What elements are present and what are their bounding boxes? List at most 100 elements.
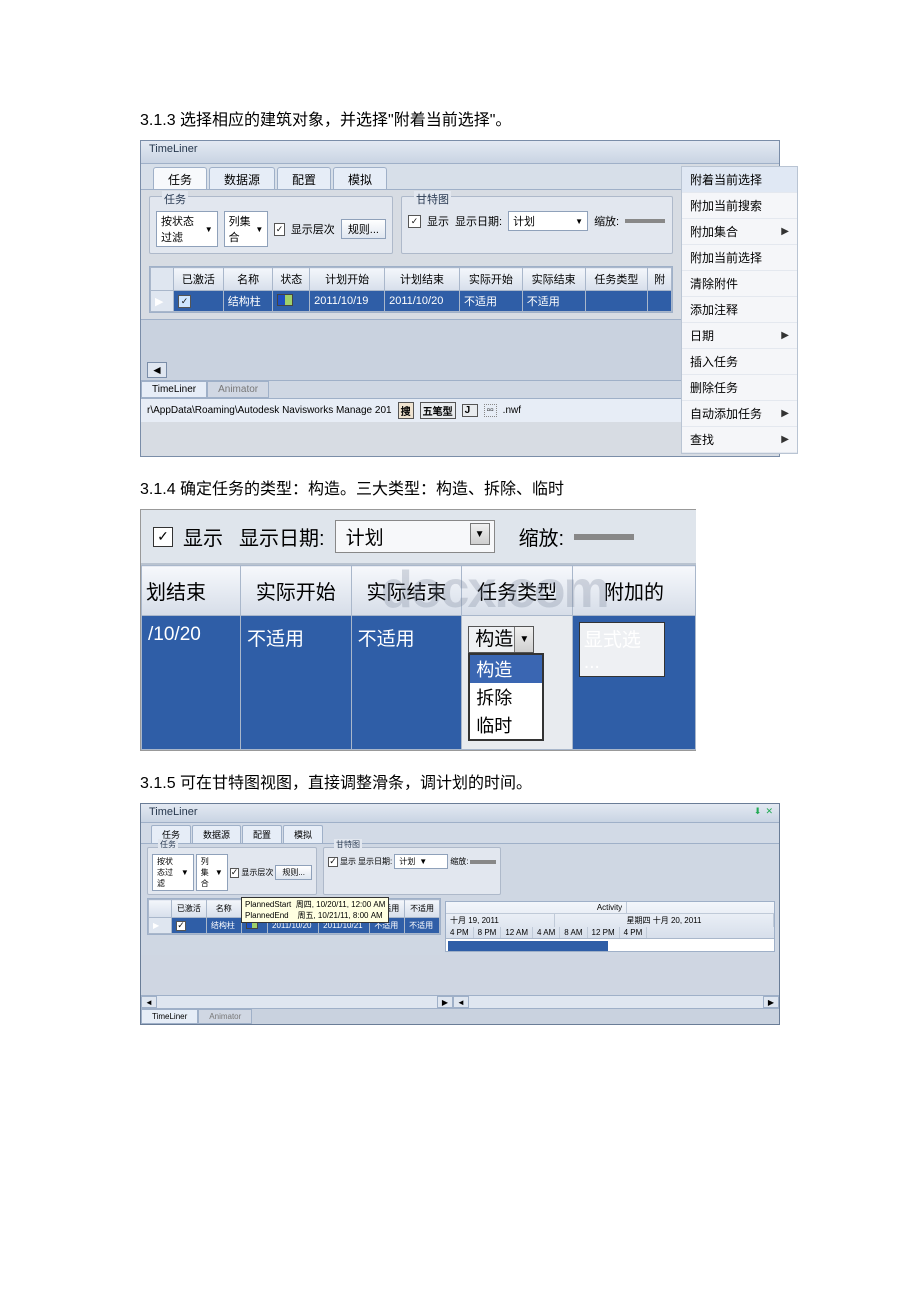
chevron-right-icon: ▶ [781, 434, 789, 445]
group-gantt-label: 甘特图 [414, 191, 451, 207]
bottom-tab-timeliner[interactable]: TimeLiner [141, 1009, 198, 1024]
scroll-left-icon: ◄ [141, 996, 157, 1008]
tab-bar: 任务 数据源 配置 模拟 [141, 823, 779, 844]
menu-attach-current[interactable]: 附着当前选择 [682, 167, 797, 193]
tab-config[interactable]: 配置 [277, 167, 331, 189]
menu-date[interactable]: 日期▶ [682, 323, 797, 349]
menu-clear-attach[interactable]: 清除附件 [682, 271, 797, 297]
tab-config[interactable]: 配置 [242, 825, 282, 843]
table-row[interactable]: ▶ 结构柱 2011/10/19 2011/10/20 不适用 不适用 [151, 291, 672, 312]
chevron-right-icon: ▶ [781, 226, 789, 237]
showdate-label: 显示日期: [455, 213, 502, 229]
option-temp[interactable]: 临时 [470, 711, 542, 739]
rules-button[interactable]: 规则... [275, 865, 312, 880]
menu-find[interactable]: 查找▶ [682, 427, 797, 453]
columns-dropdown[interactable]: 列集合▼ [196, 854, 228, 891]
scroll-left-icon: ◄ [453, 996, 469, 1008]
cell-actend: 不适用 [351, 616, 462, 750]
show-checkbox[interactable] [328, 857, 338, 867]
cell-planstart: 2011/10/19 [310, 291, 385, 312]
tab-bar: 任务 数据源 配置 模拟 [141, 164, 681, 190]
ime-extra-icon: J [462, 404, 478, 417]
rules-button[interactable]: 规则... [341, 219, 386, 239]
tooltip-plannedstart: PlannedStart 周四, 10/20/11, 12:00 AM Plan… [241, 897, 389, 923]
show-checkbox[interactable] [153, 527, 173, 547]
window-title: TimeLiner [141, 804, 779, 823]
group-gantt-label: 甘特图 [334, 839, 362, 850]
group-task-label: 任务 [158, 839, 178, 850]
screenshot-1: TimeLiner 任务 数据源 配置 模拟 任务 按状态过滤▼ 列集合▼ 显示… [140, 140, 780, 457]
scroll-right-icon: ▶ [763, 996, 779, 1008]
zoom-label: 缩放: [594, 213, 619, 229]
tab-datasource[interactable]: 数据源 [209, 167, 275, 189]
menu-attach-set[interactable]: 附加集合▶ [682, 219, 797, 245]
table-header: 已激活名称状态 计划开始计划结束实际开始 实际结束任务类型附 [151, 268, 672, 291]
group-task-label: 任务 [162, 191, 188, 207]
show-checkbox[interactable] [408, 215, 421, 228]
bottom-tab-timeliner[interactable]: TimeLiner [141, 381, 207, 398]
show-label: 显示 [183, 522, 223, 551]
day-header: 十月 19, 2011 [446, 914, 555, 927]
bottom-tab-animator[interactable]: Animator [198, 1009, 252, 1024]
menu-append-current[interactable]: 附加当前选择 [682, 245, 797, 271]
table-empty-area: ◄ [141, 319, 681, 380]
scrollbar[interactable]: ◄ ▶ ◄ ▶ [141, 995, 779, 1008]
tab-datasource[interactable]: 数据源 [192, 825, 241, 843]
zoom-slider[interactable] [625, 219, 665, 223]
bottom-tab-animator[interactable]: Animator [207, 381, 269, 398]
table-header: 划结束 实际开始 实际结束 任务类型 附加的 [142, 566, 696, 616]
cell-status [273, 291, 310, 312]
paragraph-315: 3.1.5 可在甘特图视图，直接调整滑条，调计划的时间。 [140, 769, 780, 793]
active-checkbox[interactable] [176, 921, 186, 931]
filter-dropdown[interactable]: 按状态过滤▼ [156, 211, 218, 247]
window-title: TimeLiner [141, 141, 779, 164]
screenshot-2: 显示 显示日期: 计划▼ 缩放: 划结束 实际开始 实际结束 任务类型 附加的 … [140, 509, 696, 751]
gantt-bar[interactable] [448, 941, 608, 951]
cell-name: 结构柱 [223, 291, 273, 312]
menu-attach-search[interactable]: 附加当前搜索 [682, 193, 797, 219]
gantt-view[interactable]: Activity 十月 19, 2011 星期四 十月 20, 2011 4 P… [445, 901, 775, 952]
tab-tasks[interactable]: 任务 [153, 167, 207, 189]
zoom-slider[interactable] [574, 534, 634, 540]
tab-simulate[interactable]: 模拟 [333, 167, 387, 189]
cell-tasktype[interactable]: 构造▼ 构造 拆除 临时 [462, 616, 573, 750]
chevron-right-icon: ▶ [781, 330, 789, 341]
levels-checkbox[interactable] [274, 223, 284, 236]
cell-attached[interactable]: 显式选 ... [572, 616, 695, 750]
plan-dropdown[interactable]: 计划▼ [394, 854, 448, 869]
levels-checkbox[interactable] [230, 868, 240, 878]
option-construct[interactable]: 构造 [470, 655, 542, 683]
task-table: 已激活名称状态 计划开始计划结束实际开始 实际结束任务类型附 ▶ 结构柱 201… [149, 266, 673, 313]
cell-actstart: 不适用 [459, 291, 522, 312]
pin-close-icons[interactable]: ⬇✕ [754, 806, 773, 817]
menu-insert-task[interactable]: 插入任务 [682, 349, 797, 375]
zoom-label: 缩放: [519, 522, 565, 551]
cell-planend: 2011/10/20 [385, 291, 460, 312]
chevron-down-icon: ▼ [470, 523, 490, 545]
columns-dropdown[interactable]: 列集合▼ [224, 211, 269, 247]
menu-add-comment[interactable]: 添加注释 [682, 297, 797, 323]
paragraph-314: 3.1.4 确定任务的类型：构造。三大类型：构造、拆除、临时 [140, 475, 780, 499]
context-menu: 附着当前选择 附加当前搜索 附加集合▶ 附加当前选择 清除附件 添加注释 日期▶… [681, 166, 798, 454]
option-demolish[interactable]: 拆除 [470, 683, 542, 711]
plan-dropdown[interactable]: 计划▼ [508, 211, 588, 231]
show-label: 显示 [427, 213, 449, 229]
status-bar: r\AppData\Roaming\Autodesk Navisworks Ma… [141, 398, 681, 422]
zoom-slider[interactable] [470, 860, 496, 864]
tab-simulate[interactable]: 模拟 [283, 825, 323, 843]
table-row[interactable]: /10/20 不适用 不适用 构造▼ 构造 拆除 临时 显式选 ... [142, 616, 696, 750]
ime-label: 五笔型 [420, 402, 456, 419]
scroll-left-icon[interactable]: ◄ [147, 362, 167, 378]
cell-actstart: 不适用 [241, 616, 352, 750]
chevron-down-icon: ▼ [514, 627, 533, 652]
chevron-right-icon: ▶ [781, 408, 789, 419]
menu-delete-task[interactable]: 删除任务 [682, 375, 797, 401]
filter-dropdown[interactable]: 按状态过滤▼ [152, 854, 194, 891]
active-checkbox[interactable] [178, 295, 191, 308]
type-dropdown[interactable]: 构造▼ [468, 626, 534, 653]
cell-planend: /10/20 [142, 616, 241, 750]
plan-dropdown[interactable]: 计划▼ [335, 520, 495, 553]
type-options: 构造 拆除 临时 [468, 653, 544, 741]
menu-auto-add[interactable]: 自动添加任务▶ [682, 401, 797, 427]
paragraph-313: 3.1.3 选择相应的建筑对象，并选择"附着当前选择"。 [140, 106, 780, 130]
